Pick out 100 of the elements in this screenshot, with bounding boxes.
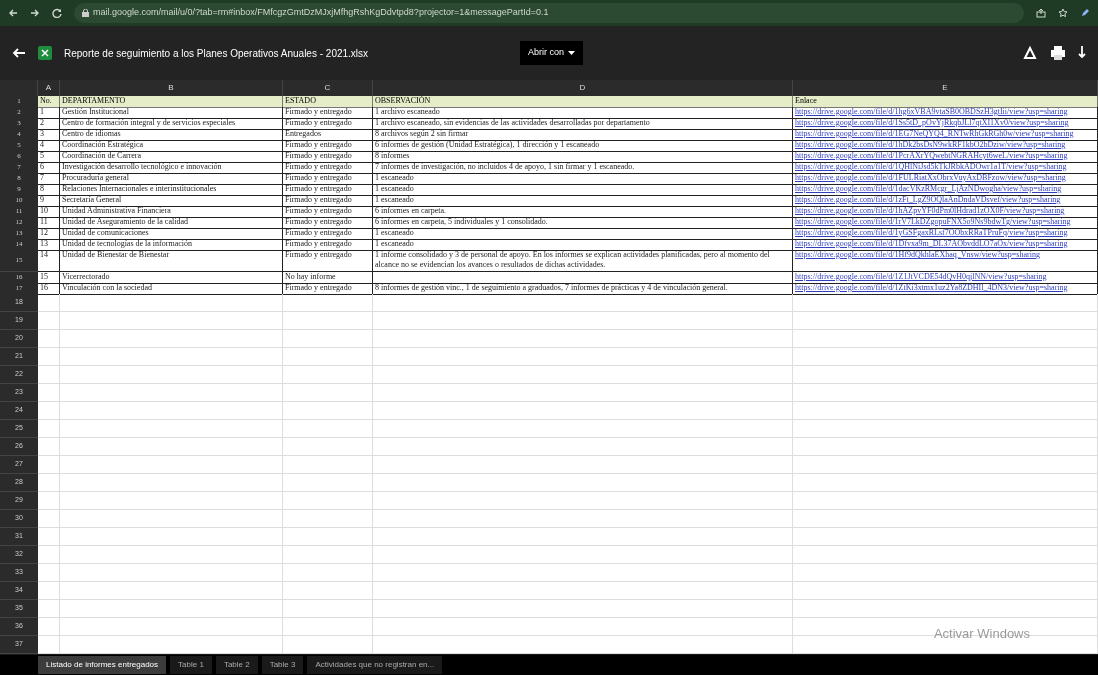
link[interactable]: https://drive.google.com/file/d/1PcrAXrYQwebtNGRAHcyt6weL/view?usp=sharing bbox=[795, 151, 1068, 160]
link[interactable]: https://drive.google.com/file/d/1Dfvxa9m_DL37AObvddLO7aOx/view?usp=sharing bbox=[795, 239, 1068, 248]
table-cell: Vicerrectorado bbox=[62, 272, 110, 281]
sheet-tab[interactable]: Table 2 bbox=[215, 656, 258, 674]
spreadsheet-icon bbox=[38, 46, 52, 60]
file-name: Reporte de seguimiento a los Planes Operativos Anuales - 2021.xlsx bbox=[64, 46, 370, 61]
table-cell: 13 bbox=[40, 239, 48, 248]
sheet-tab[interactable]: Table 1 bbox=[170, 656, 212, 674]
table-cell: 8 informes bbox=[375, 151, 410, 160]
table-cell: Centro de formación integral y de servicios especiales bbox=[62, 118, 236, 127]
table-cell: Coordinación Estratégica bbox=[62, 140, 144, 149]
table-cell: Firmado y entregado bbox=[285, 118, 352, 127]
table-cell: 6 bbox=[40, 162, 44, 171]
link[interactable]: https://drive.google.com/file/d/1QHlNiJsd5kTkJRbkADOwr1a1T/view?usp=sharing bbox=[795, 162, 1067, 171]
table-cell: 1 informe consolidado y 3 de personal de apoyo. En los informes se explican actividades planificadas, pero al momento del alcance no se evidencian los avances o resultados de dichas actividades. bbox=[375, 250, 770, 269]
link[interactable]: https://drive.google.com/file/d/1ZtKi3xtmx1uz2Ya8ZDHIl_4DN3/view?usp=sharing bbox=[795, 283, 1068, 292]
table-cell: Unidad Administrativa Financiera bbox=[62, 206, 171, 215]
table-cell: Secretaría General bbox=[62, 195, 122, 204]
table-cell: Unidad de Bienestar de Bienestar bbox=[62, 250, 170, 259]
table-cell: 6 informes de gestión (Unidad Estratégica), 1 dirección y 1 escaneado bbox=[375, 140, 600, 149]
forward-icon[interactable] bbox=[30, 8, 40, 18]
table-cell: 2 bbox=[40, 118, 44, 127]
activation-notice: Activar Windows bbox=[933, 624, 1030, 643]
table-cell: Investigación desarrollo tecnológico e innovación bbox=[62, 162, 222, 171]
table-cell: Unidad de tecnologías de la información bbox=[62, 239, 192, 248]
star-icon[interactable] bbox=[1058, 8, 1068, 18]
sheet-tab[interactable]: Table 3 bbox=[261, 656, 304, 674]
table-cell: 7 informes de investigación, no incluidos 4 de apoyo, 1 sin firmar y 1 escaneado. bbox=[375, 162, 635, 171]
table-cell: 14 bbox=[40, 250, 48, 259]
table-cell: 15 bbox=[40, 272, 48, 281]
table-cell: Firmado y entregado bbox=[285, 184, 352, 193]
table-cell: Firmado y entregado bbox=[285, 162, 352, 171]
table-cell: 11 bbox=[40, 217, 48, 226]
table-cell: Firmado y entregado bbox=[285, 228, 352, 237]
url-text: mail.google.com/mail/u/0/?tab=rm#inbox/FMfcgzGmtDzMJxjMfhgRshKgDdvtpd8?projector=1&messagePartId=0.1 bbox=[93, 6, 549, 20]
table-cell: Coordinación de Carrera bbox=[62, 151, 142, 160]
table-cell: Firmado y entregado bbox=[285, 195, 352, 204]
table-cell: 1 escaneado bbox=[375, 195, 414, 204]
reload-icon[interactable] bbox=[52, 8, 62, 18]
table-cell: Firmado y entregado bbox=[285, 206, 352, 215]
header-cell: OBSERVACIÓN bbox=[373, 96, 793, 108]
table-cell: Relaciones Internacionales e interinstitucionales bbox=[62, 184, 217, 193]
table-cell: 1 bbox=[40, 107, 44, 116]
table-cell: Firmado y entregado bbox=[285, 283, 352, 292]
table-cell: 7 bbox=[40, 173, 44, 182]
table-cell: Unidad de comunicaciones bbox=[62, 228, 149, 237]
sheet-tab[interactable]: Listado de informes entregados bbox=[38, 656, 167, 674]
table-cell: 3 bbox=[40, 129, 44, 138]
link[interactable]: https://drive.google.com/file/d/1rV7LkDZgopuFNX5o9Ns9bdwTg/view?usp=sharing bbox=[795, 217, 1071, 226]
table-cell: Firmado y entregado bbox=[285, 217, 352, 226]
table-cell: 8 informes de gestión vinc., 1 de seguimiento a graduados, 7 informes de prácticas y 4 de vinculación general. bbox=[375, 283, 728, 292]
table-cell: Firmado y entregado bbox=[285, 239, 352, 248]
table-cell: 8 bbox=[40, 184, 44, 193]
table-cell: 10 bbox=[40, 206, 48, 215]
table-cell: 1 escaneado bbox=[375, 228, 414, 237]
link[interactable]: https://drive.google.com/file/d/1yGSFgaxRLsf7OObxRRaTPruFq/view?usp=sharing bbox=[795, 228, 1068, 237]
table-cell: Procuraduría general bbox=[62, 173, 129, 182]
link[interactable]: https://drive.google.com/file/d/1hAZpvYF0dPm0lHdrad1zOX0F/view?usp=sharing bbox=[795, 206, 1065, 215]
print-icon[interactable] bbox=[1050, 45, 1066, 61]
open-with-button[interactable]: Abrir con bbox=[520, 41, 583, 65]
header-cell: No. bbox=[38, 96, 60, 108]
table-cell: No hay informe bbox=[285, 272, 336, 281]
download-icon[interactable] bbox=[1078, 45, 1086, 61]
table-cell: 1 archivo escaneado, sin evidencias de las actividades desarrolladas por departamento bbox=[375, 118, 650, 127]
link[interactable]: https://drive.google.com/file/d/1Z1JtVCDE54dQvH0qjlNN/view?usp=sharing bbox=[795, 272, 1047, 281]
pen-icon[interactable] bbox=[1080, 8, 1090, 18]
link[interactable]: https://drive.google.com/file/d/1Ss5tD_pOvYjRkqbJLl7qtXI1Xv0/view?usp=sharing bbox=[795, 118, 1069, 127]
table-cell: 16 bbox=[40, 283, 48, 292]
back-icon[interactable] bbox=[8, 8, 18, 18]
header-cell: Enlace bbox=[793, 96, 1098, 108]
table-cell: Firmado y entregado bbox=[285, 173, 352, 182]
table-cell: 9 bbox=[40, 195, 44, 204]
caret-icon bbox=[568, 51, 575, 55]
sheet-tab[interactable]: Actividades que no registran en... bbox=[307, 656, 443, 674]
table-cell: Gestión Institucional bbox=[62, 107, 129, 116]
link[interactable]: https://drive.google.com/file/d/1hg6xVBA9vtaSB0OBDSzH3gtIii/view?usp=sharing bbox=[795, 107, 1068, 116]
table-cell: 8 archivos según 2 sin firmar bbox=[375, 129, 469, 138]
link[interactable]: https://drive.google.com/file/d/1zFt_LgZ9OQlaAnDndaVDsvef/view?usp=sharing bbox=[795, 195, 1061, 204]
link[interactable]: https://drive.google.com/file/d/1dacVKzRMcgr_LjAzNDwogha/view?usp=sharing bbox=[795, 184, 1062, 193]
table-cell: Entregados bbox=[285, 129, 321, 138]
link[interactable]: https://drive.google.com/file/d/1EG7NeQYQ4_RNTwRhGkRGh0w/view?usp=sharing bbox=[795, 129, 1074, 138]
table-cell: 12 bbox=[40, 228, 48, 237]
link[interactable]: https://drive.google.com/file/d/1FULRiatXxObrxVuyAxDBFzow/view?usp=sharing bbox=[795, 173, 1066, 182]
header-cell: DEPARTAMENTO bbox=[60, 96, 283, 108]
back-icon[interactable] bbox=[12, 46, 26, 60]
address-bar[interactable]: mail.google.com/mail/u/0/?tab=rm#inbox/FMfcgzGmtDzMJxjMfhgRshKgDdvtpd8?projector=1&messagePartId=0.1 bbox=[74, 3, 1024, 23]
table-cell: Centro de idiomas bbox=[62, 129, 121, 138]
header-cell: ESTADO bbox=[283, 96, 373, 108]
table-cell: 1 escaneado bbox=[375, 173, 414, 182]
table-cell: Unidad de Aseguramiento de la calidad bbox=[62, 217, 188, 226]
link[interactable]: https://drive.google.com/file/d/1Hf9dQkhlaEXhaq_Vnsw/view?usp=sharing bbox=[795, 250, 1040, 259]
table-cell: Vinculación con la sociedad bbox=[62, 283, 152, 292]
link[interactable]: https://drive.google.com/file/d/1hDk2bsDsN9wkRF1kbO2bDziw/view?usp=sharing bbox=[795, 140, 1066, 149]
share-icon[interactable] bbox=[1036, 8, 1046, 18]
table-cell: 1 archivo escaneado bbox=[375, 107, 440, 116]
table-cell: 6 informes en carpeta, 5 individuales y 1 consolidado. bbox=[375, 217, 548, 226]
table-cell: 1 escaneado bbox=[375, 184, 414, 193]
table-cell: 5 bbox=[40, 151, 44, 160]
table-cell: Firmado y entregado bbox=[285, 151, 352, 160]
table-cell: 4 bbox=[40, 140, 44, 149]
